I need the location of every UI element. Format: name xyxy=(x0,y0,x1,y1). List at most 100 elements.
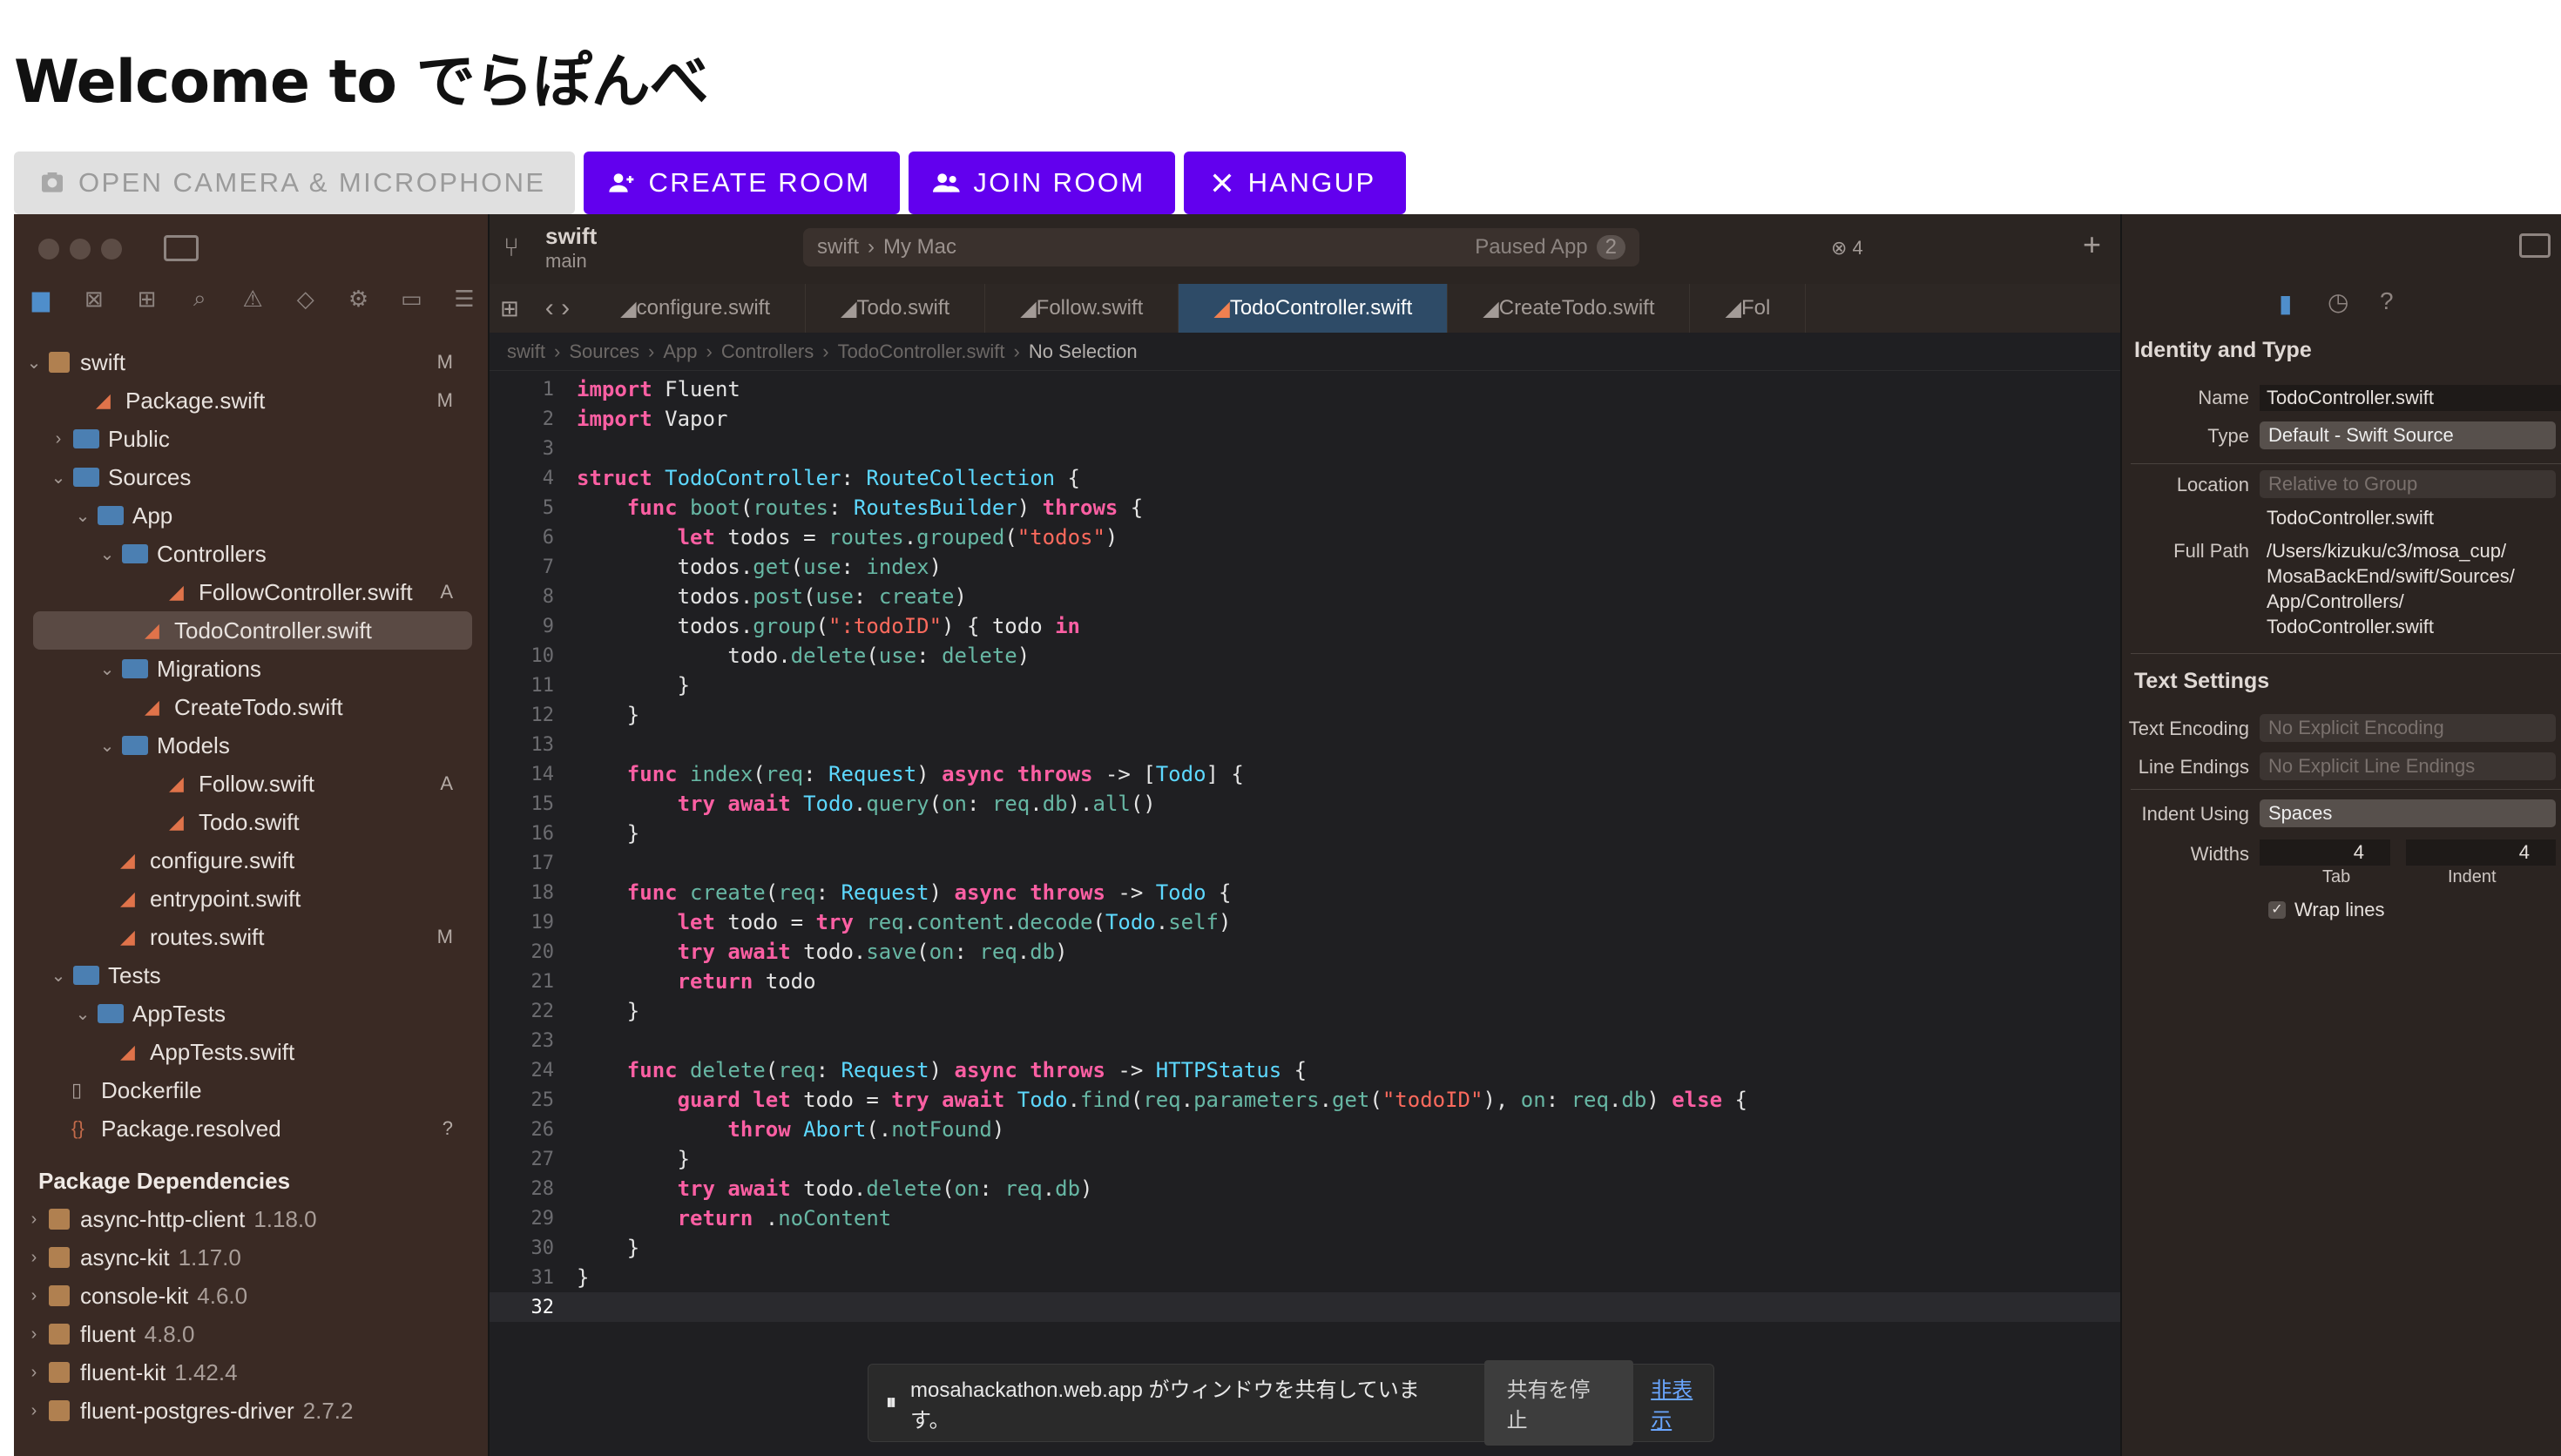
breadcrumb-item[interactable]: Controllers xyxy=(721,340,814,363)
tab-width-field[interactable]: 4 xyxy=(2260,839,2390,866)
code-line[interactable]: 21 return todo xyxy=(490,967,2120,996)
code-line[interactable]: 23 xyxy=(490,1026,2120,1055)
code-line[interactable]: 27 } xyxy=(490,1144,2120,1174)
tree-item[interactable]: ⌄ App xyxy=(14,496,488,535)
chevron-right-icon[interactable]: › xyxy=(24,1363,44,1383)
code-line[interactable]: 17 xyxy=(490,848,2120,878)
tree-item[interactable]: ⌄ Migrations xyxy=(14,650,488,688)
join-room-button[interactable]: JOIN ROOM xyxy=(909,152,1175,214)
code-line[interactable]: 25 guard let todo = try await Todo.find(… xyxy=(490,1085,2120,1115)
code-line[interactable]: 26 throw Abort(.notFound) xyxy=(490,1115,2120,1144)
code-line[interactable]: 15 try await Todo.query(on: req.db).all(… xyxy=(490,789,2120,819)
dependency-item[interactable]: › console-kit 4.6.0 xyxy=(14,1277,488,1315)
chevron-icon[interactable]: ⌄ xyxy=(98,658,117,680)
chevron-right-icon[interactable]: › xyxy=(24,1286,44,1306)
help-icon[interactable]: ? xyxy=(2380,287,2394,315)
code-line[interactable]: 6 let todos = routes.grouped("todos") xyxy=(490,522,2120,552)
tab-configure-swift[interactable]: ◢ configure.swift xyxy=(585,284,806,333)
report-icon[interactable]: ☰ xyxy=(449,284,479,313)
breadcrumb-item[interactable]: App xyxy=(663,340,697,363)
hangup-button[interactable]: HANGUP xyxy=(1183,152,1406,214)
code-line[interactable]: 12 } xyxy=(490,700,2120,730)
code-line[interactable]: 28 try await todo.delete(on: req.db) xyxy=(490,1174,2120,1203)
stop-sharing-button[interactable]: 共有を停止 xyxy=(1483,1360,1634,1446)
source-control-icon[interactable]: ⊠ xyxy=(79,284,109,313)
tree-item[interactable]: ◢ Todo.swift xyxy=(14,803,488,841)
code-line[interactable]: 3 xyxy=(490,434,2120,463)
tab-todo-swift[interactable]: ◢ Todo.swift xyxy=(806,284,986,333)
code-editor[interactable]: 1 import Fluent 2 import Vapor 3 4 struct Todo… xyxy=(490,374,2120,1322)
grid-icon[interactable]: ⊞ xyxy=(490,295,530,322)
window-minimize-dot[interactable] xyxy=(70,239,91,260)
code-line[interactable]: 9 todos.group(":todoID") { todo in xyxy=(490,611,2120,641)
tree-item[interactable]: ⌄ Sources xyxy=(14,458,488,496)
tree-item[interactable]: ◢ CreateTodo.swift xyxy=(14,688,488,726)
code-line[interactable]: 13 xyxy=(490,730,2120,759)
code-line[interactable]: 4 struct TodoController: RouteCollection … xyxy=(490,463,2120,493)
tree-item[interactable]: ◢ FollowController.swift A xyxy=(14,573,488,611)
chevron-icon[interactable]: ⌄ xyxy=(73,1003,92,1025)
tab-follow-swift[interactable]: ◢ Follow.swift xyxy=(985,284,1179,333)
tree-item[interactable]: ⌄ Models xyxy=(14,726,488,765)
breadcrumb-item[interactable]: TodoController.swift xyxy=(838,340,1005,363)
chevron-right-icon[interactable]: › xyxy=(24,1401,44,1421)
chevron-icon[interactable]: ⌄ xyxy=(49,965,68,987)
tab-fol[interactable]: ◢ Fol xyxy=(1690,284,1807,333)
indent-select[interactable]: Spaces xyxy=(2260,799,2556,827)
history-icon[interactable]: ◷ xyxy=(2328,287,2348,316)
code-line[interactable]: 5 func boot(routes: RoutesBuilder) throw… xyxy=(490,493,2120,522)
code-line[interactable]: 32 xyxy=(490,1292,2120,1322)
name-field[interactable]: TodoController.swift xyxy=(2260,385,2561,411)
dependency-item[interactable]: › fluent 4.8.0 xyxy=(14,1315,488,1353)
open-camera-button[interactable]: OPEN CAMERA & MICROPHONE xyxy=(14,152,576,214)
scheme-selector[interactable]: swift › My Mac Paused App 2 xyxy=(803,228,1639,266)
chevron-icon[interactable]: ⌄ xyxy=(49,467,68,489)
code-line[interactable]: 19 let todo = try req.content.decode(Tod… xyxy=(490,907,2120,937)
code-line[interactable]: 16 } xyxy=(490,819,2120,848)
chevron-right-icon[interactable]: › xyxy=(24,1248,44,1268)
code-line[interactable]: 22 } xyxy=(490,996,2120,1026)
breadcrumb-item[interactable]: Sources xyxy=(569,340,639,363)
folder-icon[interactable]: ▆ xyxy=(26,284,56,313)
code-line[interactable]: 31} xyxy=(490,1263,2120,1292)
tree-item[interactable]: › Public xyxy=(14,420,488,458)
dependency-item[interactable]: › async-kit 1.17.0 xyxy=(14,1238,488,1277)
code-line[interactable]: 29 return .noContent xyxy=(490,1203,2120,1233)
tree-item[interactable]: ▯ Dockerfile xyxy=(14,1071,488,1109)
debug-icon[interactable]: ⚙ xyxy=(344,284,374,313)
indent-width-field[interactable]: 4 xyxy=(2406,839,2556,866)
tree-item[interactable]: ◢ TodoController.swift xyxy=(33,611,472,650)
code-line[interactable]: 8 todos.post(use: create) xyxy=(490,582,2120,611)
code-line[interactable]: 10 todo.delete(use: delete) xyxy=(490,641,2120,671)
tab-createtodo-swift[interactable]: ◢ CreateTodo.swift xyxy=(1448,284,1691,333)
add-icon[interactable]: + xyxy=(2083,226,2101,263)
tree-item[interactable]: ⌄ swift M xyxy=(14,343,488,381)
wrap-lines-checkbox[interactable]: ✓ Wrap lines xyxy=(2268,899,2385,921)
code-line[interactable]: 20 try await todo.save(on: req.db) xyxy=(490,937,2120,967)
error-count[interactable]: ⊗ 4 xyxy=(1831,237,1863,260)
sidebar-toggle-icon[interactable] xyxy=(164,235,199,261)
code-line[interactable]: 24 func delete(req: Request) async throw… xyxy=(490,1055,2120,1085)
window-close-dot[interactable] xyxy=(38,239,59,260)
back-icon[interactable]: ‹ › xyxy=(530,293,585,323)
dependency-item[interactable]: › async-http-client 1.18.0 xyxy=(14,1200,488,1238)
tree-item[interactable]: ◢ AppTests.swift xyxy=(14,1033,488,1071)
file-inspector-icon[interactable]: ▮ xyxy=(2279,289,2292,318)
dependency-item[interactable]: › fluent-postgres-driver 2.7.2 xyxy=(14,1392,488,1430)
hierarchy-icon[interactable]: ⊞ xyxy=(132,284,162,313)
code-line[interactable]: 30 } xyxy=(490,1233,2120,1263)
code-line[interactable]: 7 todos.get(use: index) xyxy=(490,552,2120,582)
chevron-icon[interactable]: ⌄ xyxy=(98,543,117,565)
code-line[interactable]: 18 func create(req: Request) async throw… xyxy=(490,878,2120,907)
tree-item[interactable]: ◢ configure.swift xyxy=(14,841,488,880)
type-select[interactable]: Default - Swift Source xyxy=(2260,421,2556,449)
tree-item[interactable]: ◢ routes.swift M xyxy=(14,918,488,956)
chevron-right-icon[interactable]: › xyxy=(24,1210,44,1230)
breakpoint-icon[interactable]: ▭ xyxy=(396,284,426,313)
tree-item[interactable]: ◢ entrypoint.swift xyxy=(14,880,488,918)
dependency-item[interactable]: › fluent-kit 1.42.4 xyxy=(14,1353,488,1392)
tree-item[interactable]: ⌄ AppTests xyxy=(14,994,488,1033)
endings-select[interactable]: No Explicit Line Endings xyxy=(2260,752,2556,780)
code-line[interactable]: 14 func index(req: Request) async throws… xyxy=(490,759,2120,789)
inspector-toggle-icon[interactable] xyxy=(2519,233,2551,258)
